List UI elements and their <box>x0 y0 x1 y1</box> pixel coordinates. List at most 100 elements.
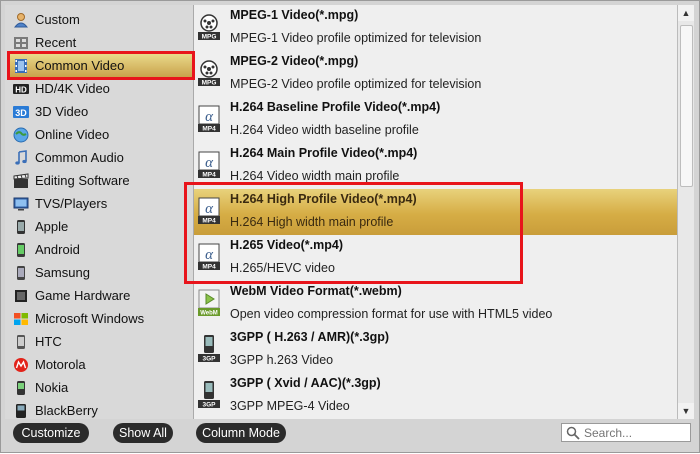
format-name: H.264 Main Profile Video(*.mp4) <box>230 146 418 160</box>
category-apple[interactable]: Apple <box>7 215 193 238</box>
category-label: BlackBerry <box>35 403 98 418</box>
format-name: H.264 Baseline Profile Video(*.mp4) <box>230 100 441 114</box>
3gp-file-icon: 3GP <box>198 335 220 363</box>
format-list: MPG MPEG-1 Video(*.mpg) MPEG-1 Video pro… <box>194 5 677 419</box>
format-item-mpeg2[interactable]: MPG MPEG-2 Video(*.mpg) MPEG-2 Video pro… <box>194 51 677 97</box>
format-name: 3GPP ( H.263 / AMR)(*.3gp) <box>230 330 390 344</box>
htc-icon <box>13 334 29 350</box>
category-nokia[interactable]: Nokia <box>7 376 193 399</box>
android-icon <box>13 242 29 258</box>
category-tvs-players[interactable]: TVS/Players <box>7 192 193 215</box>
category-custom[interactable]: Custom <box>7 8 193 31</box>
format-description: MPEG-2 Video profile optimized for telev… <box>230 77 482 91</box>
category-blackberry[interactable]: BlackBerry <box>7 399 193 419</box>
game-icon <box>13 288 29 304</box>
category-label: Apple <box>35 219 69 234</box>
format-item-webm[interactable]: WebM WebM Video Format(*.webm) Open vide… <box>194 281 677 327</box>
format-item-mpeg1[interactable]: MPG MPEG-1 Video(*.mpg) MPEG-1 Video pro… <box>194 5 677 51</box>
format-description: H.265/HEVC video <box>230 261 335 275</box>
search-input[interactable] <box>584 425 684 440</box>
category-label: HTC <box>35 334 62 349</box>
search-icon <box>566 426 580 440</box>
category-label: Online Video <box>35 127 110 142</box>
search-box[interactable] <box>561 423 691 442</box>
category-htc[interactable]: HTC <box>7 330 193 353</box>
svg-text:α: α <box>205 247 214 263</box>
scrollbar-thumb[interactable] <box>680 25 693 187</box>
svg-text:MPG: MPG <box>202 34 217 41</box>
format-name: H.264 High Profile Video(*.mp4) <box>230 192 417 206</box>
format-description: MPEG-1 Video profile optimized for telev… <box>230 31 482 45</box>
format-name: 3GPP ( Xvid / AAC)(*.3gp) <box>230 376 381 390</box>
category-label: Samsung <box>35 265 90 280</box>
format-item-3gpp-h263[interactable]: 3GP 3GPP ( H.263 / AMR)(*.3gp) 3GPP h.26… <box>194 327 677 373</box>
format-item-h264-high[interactable]: α MP4 H.264 High Profile Video(*.mp4) H.2… <box>194 189 677 235</box>
scroll-up-arrow-icon[interactable]: ▲ <box>678 5 694 21</box>
hd-icon: HD <box>13 81 29 97</box>
category-online-video[interactable]: Online Video <box>7 123 193 146</box>
category-label: Custom <box>35 12 80 27</box>
windows-icon <box>13 311 29 327</box>
column-mode-button[interactable]: Column Mode <box>196 423 286 443</box>
category-label: Nokia <box>35 380 69 395</box>
category-recent[interactable]: Recent <box>7 31 193 54</box>
svg-text:WebM: WebM <box>200 311 218 317</box>
category-android[interactable]: Android <box>7 238 193 261</box>
mp4-file-icon: αMP4 <box>198 243 220 271</box>
category-common-audio[interactable]: Common Audio <box>7 146 193 169</box>
format-item-h264-main[interactable]: α MP4 H.264 Main Profile Video(*.mp4) H.2… <box>194 143 677 189</box>
globe-icon <box>13 127 29 143</box>
format-list-scrollbar[interactable]: ▲ ▼ <box>677 5 694 419</box>
svg-text:MP4: MP4 <box>202 218 216 225</box>
category-motorola[interactable]: Motorola <box>7 353 193 376</box>
category-microsoft-windows[interactable]: Microsoft Windows <box>7 307 193 330</box>
format-name: MPEG-2 Video(*.mpg) <box>230 54 359 68</box>
category-editing-software[interactable]: Editing Software <box>7 169 193 192</box>
svg-text:3GP: 3GP <box>202 402 216 409</box>
format-description: 3GPP MPEG-4 Video <box>230 399 350 413</box>
category-game-hardware[interactable]: Game Hardware <box>7 284 193 307</box>
profile-picker-window: Custom Recent Common Video HD HD/4K Vide… <box>0 0 700 453</box>
tv-icon <box>13 196 29 212</box>
user-icon <box>13 12 29 28</box>
category-label: Game Hardware <box>35 288 131 303</box>
category-samsung[interactable]: Samsung <box>7 261 193 284</box>
scroll-down-arrow-icon[interactable]: ▼ <box>678 403 694 419</box>
format-item-3gpp-xvid[interactable]: 3GP 3GPP ( Xvid / AAC)(*.3gp) 3GPP MPEG-… <box>194 373 677 419</box>
category-label: Editing Software <box>35 173 130 188</box>
category-label: TVS/Players <box>35 196 108 211</box>
music-note-icon <box>13 149 29 166</box>
format-description: H.264 High width main profile <box>230 215 394 229</box>
samsung-icon <box>13 265 29 281</box>
3d-icon: 3D <box>13 104 29 120</box>
category-3d-video[interactable]: 3D 3D Video <box>7 100 193 123</box>
format-name: H.265 Video(*.mp4) <box>230 238 344 252</box>
film-icon <box>13 58 29 74</box>
customize-button[interactable]: Customize <box>13 423 89 443</box>
show-all-button[interactable]: Show All <box>113 423 173 443</box>
category-hd-4k-video[interactable]: HD HD/4K Video <box>7 77 193 100</box>
svg-text:α: α <box>205 155 214 171</box>
format-item-h265[interactable]: α MP4 H.265 Video(*.mp4) H.265/HEVC video <box>194 235 677 281</box>
category-label: Microsoft Windows <box>35 311 145 326</box>
category-common-video[interactable]: Common Video <box>7 54 193 77</box>
svg-text:MP4: MP4 <box>202 172 216 179</box>
mp4-file-icon: αMP4 <box>198 105 220 133</box>
webm-file-icon: WebM <box>198 289 220 317</box>
svg-text:3D: 3D <box>15 108 27 118</box>
motorola-icon <box>13 357 29 373</box>
svg-text:α: α <box>205 201 214 217</box>
format-description: 3GPP h.263 Video <box>230 353 334 367</box>
bottom-toolbar: Customize Show All Column Mode <box>1 421 700 454</box>
format-item-h264-baseline[interactable]: α MP4 H.264 Baseline Profile Video(*.mp4)… <box>194 97 677 143</box>
svg-text:MPG: MPG <box>202 80 217 87</box>
category-label: Recent <box>35 35 77 50</box>
3gp-file-icon: 3GP <box>198 381 220 409</box>
svg-text:α: α <box>205 109 214 125</box>
svg-text:HD: HD <box>15 85 27 94</box>
category-label: Android <box>35 242 80 257</box>
category-label: Motorola <box>35 357 86 372</box>
format-description: H.264 Video width main profile <box>230 169 400 183</box>
mpg-file-icon: MPG <box>198 14 220 41</box>
category-label: Common Video <box>35 58 125 73</box>
